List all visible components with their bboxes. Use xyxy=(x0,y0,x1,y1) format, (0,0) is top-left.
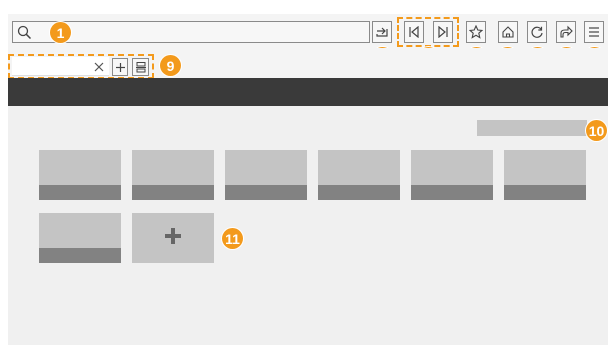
callout-1: 1 xyxy=(50,22,71,43)
bookmark-button[interactable] xyxy=(466,21,486,43)
url-input[interactable] xyxy=(37,24,357,40)
home-icon xyxy=(501,25,515,39)
forward-button[interactable] xyxy=(433,21,453,43)
bookmark-tile[interactable] xyxy=(318,150,400,200)
search-icon xyxy=(17,25,32,45)
refresh-button[interactable] xyxy=(527,21,547,43)
share-button[interactable] xyxy=(556,21,576,43)
close-icon xyxy=(93,60,105,77)
tile-label-band xyxy=(225,185,307,200)
tile-label-band xyxy=(504,185,586,200)
share-icon xyxy=(559,25,573,39)
menu-button[interactable] xyxy=(584,21,604,43)
back-button[interactable] xyxy=(404,21,424,43)
menu-history[interactable] xyxy=(425,78,505,106)
tab-list-button[interactable] xyxy=(132,58,149,76)
close-tab-button[interactable] xyxy=(93,60,105,72)
tile-label-band xyxy=(132,185,214,200)
refresh-icon xyxy=(530,25,544,39)
menu-bookmarks[interactable] xyxy=(120,78,200,106)
callout-9: 9 xyxy=(160,55,181,76)
bookmark-tile[interactable] xyxy=(225,150,307,200)
menu-bar xyxy=(8,78,608,106)
star-icon xyxy=(469,25,483,39)
add-bookmark-tile[interactable] xyxy=(132,213,214,263)
tile-label-band xyxy=(39,248,121,263)
plus-icon xyxy=(163,226,183,251)
menu-icon xyxy=(587,25,601,39)
bookmark-tile[interactable] xyxy=(39,213,121,263)
home-button[interactable] xyxy=(498,21,518,43)
tile-label-band xyxy=(318,185,400,200)
plus-icon xyxy=(115,62,126,73)
back-icon xyxy=(408,26,420,38)
new-tab-button[interactable] xyxy=(112,58,128,76)
callout-11: 11 xyxy=(222,228,243,249)
go-enter-icon xyxy=(375,25,389,39)
tile-label-band xyxy=(411,185,493,200)
bookmark-tile[interactable] xyxy=(411,150,493,200)
callout-10: 10 xyxy=(586,120,607,141)
bookmark-tile[interactable] xyxy=(132,150,214,200)
bookmark-tile[interactable] xyxy=(504,150,586,200)
bookmark-manager-button[interactable] xyxy=(477,120,587,136)
tile-label-band xyxy=(39,185,121,200)
bookmark-tile[interactable] xyxy=(39,150,121,200)
go-button[interactable] xyxy=(372,21,392,43)
tab-title xyxy=(18,59,88,73)
tab-list-icon xyxy=(135,61,147,73)
forward-icon xyxy=(437,26,449,38)
